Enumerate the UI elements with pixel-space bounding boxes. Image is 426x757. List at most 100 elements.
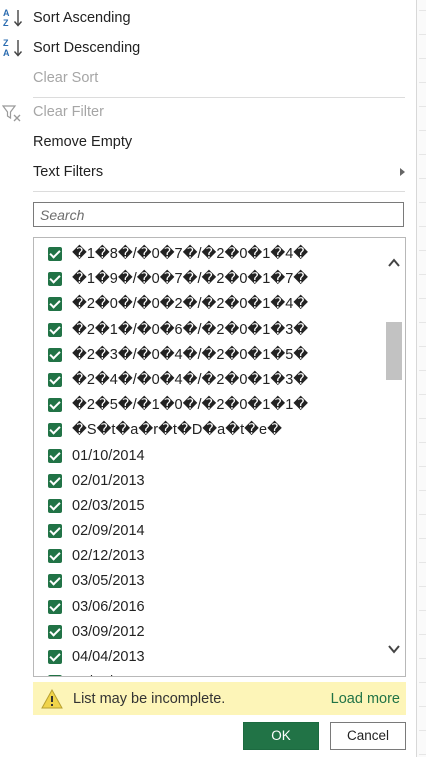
remove-empty-item[interactable]: Remove Empty <box>0 128 416 158</box>
list-item-label: �2�3�/�0�4�/�2�0�1�5� <box>72 346 309 363</box>
checkbox-checked-icon[interactable] <box>48 574 62 589</box>
list-item[interactable]: �2�5�/�1�0�/�2�0�1�1� <box>34 393 384 418</box>
gridline <box>419 82 426 83</box>
gridline <box>419 322 426 323</box>
list-item[interactable]: �1�9�/�0�7�/�2�0�1�7� <box>34 267 384 292</box>
list-item[interactable]: 02/09/2014 <box>34 519 384 544</box>
gridline <box>419 226 426 227</box>
search-input[interactable] <box>34 203 403 226</box>
clear-sort-item[interactable]: Clear Sort <box>0 64 416 94</box>
list-item[interactable]: �S�t�a�r�t�D�a�t�e� <box>34 418 384 443</box>
gridline <box>419 298 426 299</box>
gridline <box>419 658 426 659</box>
clear-filter-item[interactable]: Clear Filter <box>0 98 416 128</box>
list-item[interactable]: �2�0�/�0�2�/�2�0�1�4� <box>34 292 384 317</box>
separator <box>33 191 405 192</box>
list-item-label: 02/12/2013 <box>72 548 145 565</box>
list-item[interactable]: 01/10/2014 <box>34 444 384 469</box>
gridline <box>419 34 426 35</box>
gridline <box>419 154 426 155</box>
gridline <box>419 394 426 395</box>
checkbox-checked-icon[interactable] <box>48 524 62 539</box>
chevron-up-icon[interactable] <box>387 256 401 270</box>
gridline <box>419 562 426 563</box>
checkbox-checked-icon[interactable] <box>48 675 62 676</box>
list-item[interactable]: 02/12/2013 <box>34 544 384 569</box>
list-item[interactable]: �2�1�/�0�6�/�2�0�1�3� <box>34 318 384 343</box>
gridline <box>419 106 426 107</box>
sort-descending-item[interactable]: Z A Sort Descending <box>0 34 416 64</box>
svg-text:A: A <box>3 8 10 18</box>
gridline <box>419 490 426 491</box>
list-item-label: 02/03/2015 <box>72 497 145 514</box>
checkbox-checked-icon[interactable] <box>48 372 62 387</box>
gridline <box>419 538 426 539</box>
list-item-label: 03/09/2012 <box>72 623 145 640</box>
gridline <box>419 274 426 275</box>
gridline <box>419 754 426 755</box>
list-item[interactable]: 03/05/2013 <box>34 569 384 594</box>
list-item[interactable]: 02/01/2013 <box>34 469 384 494</box>
sort-ascending-item[interactable]: A Z Sort Ascending <box>0 4 416 34</box>
gridline <box>419 586 426 587</box>
gridline <box>419 682 426 683</box>
list-item[interactable]: 03/06/2016 <box>34 595 384 620</box>
list-item-label: �2�1�/�0�6�/�2�0�1�3� <box>72 321 309 338</box>
checkbox-checked-icon[interactable] <box>48 322 62 337</box>
checkbox-checked-icon[interactable] <box>48 549 62 564</box>
remove-empty-label: Remove Empty <box>33 134 133 150</box>
list-item[interactable]: �1�8�/�0�7�/�2�0�1�4� <box>34 242 384 267</box>
list-item-label: 02/09/2014 <box>72 523 145 540</box>
gridline <box>419 178 426 179</box>
checkbox-checked-icon[interactable] <box>48 448 62 463</box>
checkbox-checked-icon[interactable] <box>48 398 62 413</box>
scrollbar[interactable] <box>383 238 405 676</box>
gridline <box>419 250 426 251</box>
gridline <box>419 706 426 707</box>
ok-button[interactable]: OK <box>243 722 319 750</box>
checkbox-checked-icon[interactable] <box>48 297 62 312</box>
chevron-down-icon[interactable] <box>387 642 401 656</box>
gridline <box>419 466 426 467</box>
cancel-button[interactable]: Cancel <box>330 722 406 750</box>
text-filters-item[interactable]: Text Filters <box>0 158 416 188</box>
list-item-label: 02/01/2013 <box>72 472 145 489</box>
incomplete-list-warning: List may be incomplete. Load more <box>33 682 406 715</box>
list-item-label: 04/04/2013 <box>72 649 145 665</box>
search-box[interactable] <box>33 202 404 227</box>
list-item[interactable]: �2�4�/�0�4�/�2�0�1�3� <box>34 368 384 393</box>
gridline <box>419 514 426 515</box>
checkbox-checked-icon[interactable] <box>48 272 62 287</box>
checkbox-checked-icon[interactable] <box>48 624 62 639</box>
scrollbar-thumb[interactable] <box>386 322 402 380</box>
list-item[interactable]: �2�3�/�0�4�/�2�0�1�5� <box>34 343 384 368</box>
checkbox-checked-icon[interactable] <box>48 498 62 513</box>
list-item[interactable]: 03/09/2012 <box>34 620 384 645</box>
gridline <box>419 610 426 611</box>
checkbox-checked-icon[interactable] <box>48 473 62 488</box>
list-item-label: �1�8�/�0�7�/�2�0�1�4� <box>72 246 309 262</box>
list-item[interactable]: 04/04/2013 <box>34 645 384 670</box>
clear-filter-icon <box>1 103 22 123</box>
list-item[interactable]: 05/05/2015 <box>34 670 384 676</box>
list-item-label: 01/10/2014 <box>72 447 145 464</box>
warning-icon <box>41 688 63 709</box>
checkbox-checked-icon[interactable] <box>48 599 62 614</box>
svg-text:A: A <box>3 48 10 58</box>
gridline <box>419 418 426 419</box>
checkbox-checked-icon[interactable] <box>48 247 62 261</box>
checkbox-checked-icon[interactable] <box>48 650 62 664</box>
list-item[interactable]: 02/03/2015 <box>34 494 384 519</box>
gridline <box>419 442 426 443</box>
value-list-items: �1�8�/�0�7�/�2�0�1�4� �1�9�/�0�7�/�2�0�1�… <box>34 242 384 676</box>
list-item-label: 03/06/2016 <box>72 598 145 615</box>
list-item-label: �1�9�/�0�7�/�2�0�1�7� <box>72 271 309 288</box>
value-list[interactable]: �1�8�/�0�7�/�2�0�1�4� �1�9�/�0�7�/�2�0�1�… <box>33 237 406 677</box>
list-item-label: �2�4�/�0�4�/�2�0�1�3� <box>72 371 309 388</box>
sheet-edge <box>416 0 426 757</box>
sort-ascending-icon: A Z <box>2 7 24 29</box>
checkbox-checked-icon[interactable] <box>48 347 62 362</box>
load-more-link[interactable]: Load more <box>331 691 400 707</box>
checkbox-checked-icon[interactable] <box>48 423 62 438</box>
list-item-label: �S�t�a�r�t�D�a�t�e� <box>72 422 282 439</box>
